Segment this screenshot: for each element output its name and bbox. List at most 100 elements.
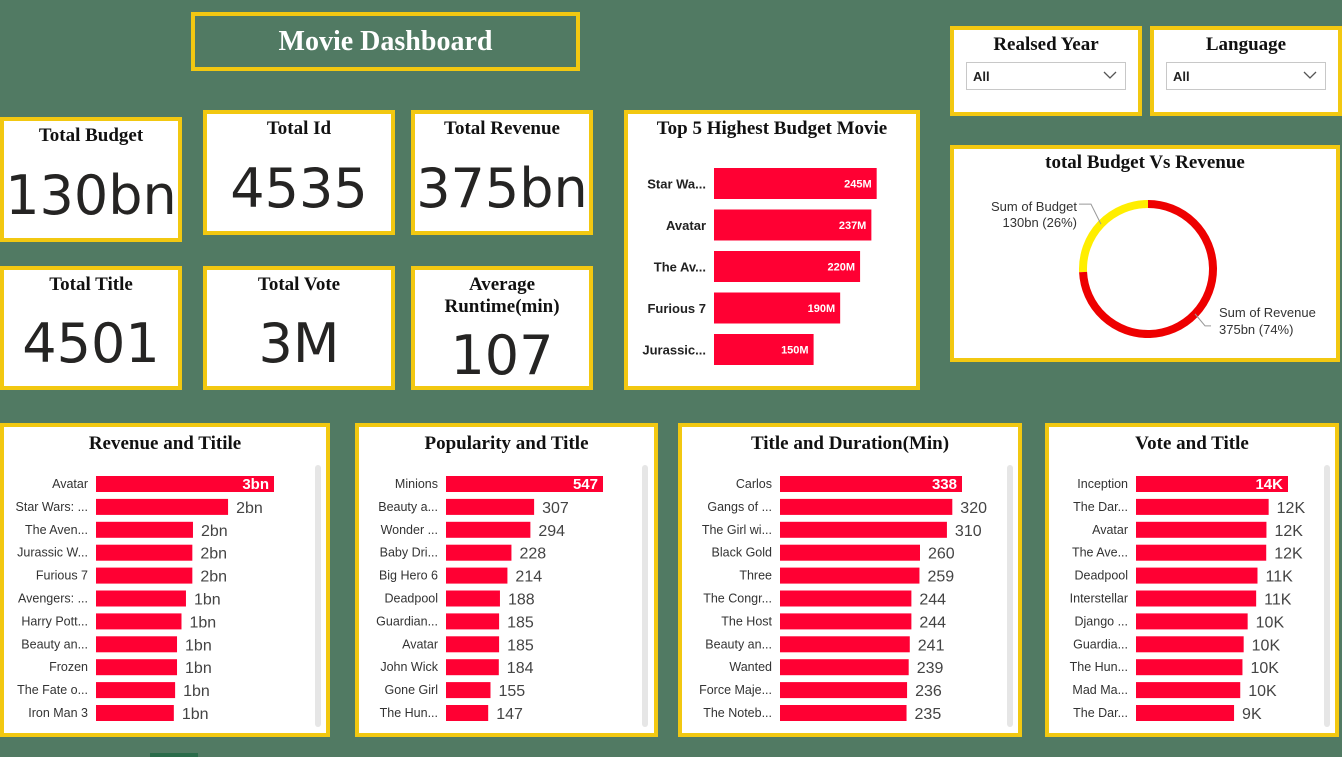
kpi-average-runtime[interactable]: Average Runtime(min) 107 <box>411 266 593 390</box>
scrollbar[interactable] <box>642 465 648 727</box>
bar <box>96 613 182 630</box>
data-label: 11K <box>1265 569 1293 586</box>
data-label: 260 <box>928 546 955 563</box>
category-label: Guardia... <box>1073 637 1128 651</box>
data-label: 244 <box>919 592 946 609</box>
category-label: Jurassic... <box>642 343 706 358</box>
category-label: The Dar... <box>1073 706 1128 720</box>
data-label: 237M <box>839 220 867 232</box>
kpi-value: 375bn <box>416 157 588 220</box>
data-label: 1bn <box>189 614 216 631</box>
category-label: Iron Man 3 <box>28 706 88 720</box>
kpi-value: 3M <box>258 312 340 375</box>
category-label: Avatar <box>666 218 706 233</box>
data-label: 12K <box>1274 546 1303 563</box>
bar <box>780 682 908 699</box>
kpi-total-vote[interactable]: Total Vote 3M <box>203 266 395 390</box>
vote-title-chart[interactable]: Vote and Title Inception 14K The Dar... 12K… <box>1045 423 1339 737</box>
bar <box>446 567 508 584</box>
data-label: 147 <box>496 706 523 723</box>
category-label: Star Wa... <box>647 177 706 192</box>
page-tab-indicator[interactable] <box>150 753 198 757</box>
slice-name-label: Sum of Budget <box>991 199 1077 214</box>
data-label: 2bn <box>201 523 228 540</box>
data-label: 12K <box>1274 523 1303 540</box>
slicer-label: Language <box>1205 34 1287 55</box>
data-label: 236 <box>915 683 942 700</box>
bar <box>96 498 229 515</box>
bar <box>780 636 910 653</box>
data-label: 2bn <box>236 500 263 517</box>
data-label: 1bn <box>185 660 212 677</box>
category-label: The Hun... <box>1070 660 1128 674</box>
category-label: Furious 7 <box>36 569 88 583</box>
dashboard-title: Movie Dashboard <box>278 25 493 57</box>
category-label: Deadpool <box>1074 569 1128 583</box>
budget-vs-revenue-chart[interactable]: total Budget Vs Revenue Sum of Budget 130… <box>950 145 1340 362</box>
category-label: Minions <box>395 477 438 491</box>
data-label: 1bn <box>185 637 212 654</box>
data-label: 241 <box>918 637 945 654</box>
category-label: Jurassic W... <box>17 546 88 560</box>
bar <box>96 567 193 584</box>
category-label: The Fate o... <box>17 683 88 697</box>
data-label: 188 <box>508 592 535 609</box>
data-label: 3bn <box>242 476 269 493</box>
slicer-language: Language All <box>1150 26 1342 116</box>
scrollbar[interactable] <box>315 465 321 727</box>
category-label: Gangs of ... <box>707 500 772 514</box>
kpi-label: Total Title <box>49 274 133 295</box>
slicer-label: Realsed Year <box>993 34 1099 55</box>
bar <box>446 544 512 561</box>
category-label: Beauty a... <box>378 500 438 514</box>
bar <box>96 521 193 538</box>
kpi-total-id[interactable]: Total Id 4535 <box>203 110 395 235</box>
category-label: Wonder ... <box>381 523 438 537</box>
category-label: Mad Ma... <box>1072 683 1128 697</box>
data-label: 184 <box>507 660 534 677</box>
category-label: Deadpool <box>384 592 438 606</box>
data-label: 245M <box>844 179 872 191</box>
category-label: The Ave... <box>1072 546 1128 560</box>
kpi-total-budget[interactable]: Total Budget 130bn <box>0 117 182 242</box>
duration-bars: Carlos 338 Gangs of ... 320 The Girl wi... 31… <box>699 476 987 723</box>
slice-name-label: Sum of Revenue <box>1219 305 1316 320</box>
data-label: 320 <box>960 500 987 517</box>
top5-budget-chart[interactable]: Top 5 Highest Budget Movie Star Wa... 245… <box>624 110 920 390</box>
scrollbar[interactable] <box>1007 465 1013 727</box>
category-label: Wanted <box>729 660 772 674</box>
bar <box>780 613 912 630</box>
language-dropdown[interactable]: All <box>1166 62 1326 90</box>
kpi-value: 4501 <box>22 312 160 375</box>
kpi-label: Total Id <box>266 118 332 139</box>
category-label: Guardian... <box>376 614 438 628</box>
leader-line <box>1078 203 1102 225</box>
bar <box>1136 521 1267 538</box>
data-label: 310 <box>955 523 982 540</box>
category-label: Gone Girl <box>385 683 439 697</box>
category-label: Frozen <box>49 660 88 674</box>
bar <box>1136 544 1267 561</box>
category-label: Black Gold <box>712 546 772 560</box>
year-dropdown[interactable]: All <box>966 62 1126 90</box>
budget-slice <box>1079 200 1149 273</box>
duration-title-chart[interactable]: Title and Duration(Min) Carlos 338 Gangs o… <box>678 423 1022 737</box>
bar <box>1136 567 1258 584</box>
data-label: 244 <box>919 614 946 631</box>
kpi-label: Total Budget <box>38 125 144 146</box>
popularity-title-chart[interactable]: Popularity and Title Minions 547 Beauty a.… <box>355 423 658 737</box>
kpi-value: 107 <box>450 324 554 387</box>
data-label: 190M <box>808 303 836 315</box>
category-label: Force Maje... <box>699 683 772 697</box>
revenue-title-chart[interactable]: Revenue and Titile Avatar 3bn Star Wars: .… <box>0 423 330 737</box>
bar <box>780 521 947 538</box>
kpi-label: Total Revenue <box>444 118 560 139</box>
bar <box>1136 659 1243 676</box>
kpi-total-revenue[interactable]: Total Revenue 375bn <box>411 110 593 235</box>
bar <box>446 613 500 630</box>
data-label: 338 <box>932 476 957 493</box>
data-label: 11K <box>1264 592 1292 609</box>
bar <box>1136 682 1241 699</box>
kpi-total-title[interactable]: Total Title 4501 <box>0 266 182 390</box>
scrollbar[interactable] <box>1324 465 1330 727</box>
